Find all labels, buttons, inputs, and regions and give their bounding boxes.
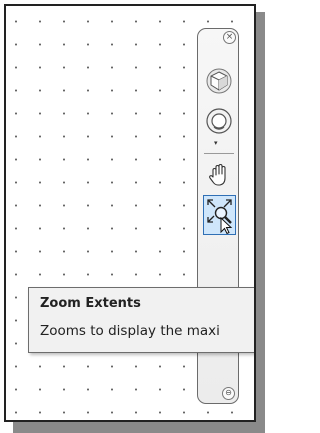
pan-hand-icon[interactable] [203, 159, 235, 191]
separator [204, 153, 234, 154]
toolbar-options-icon[interactable]: ⊖ [222, 387, 235, 400]
chevron-down-icon[interactable]: ▾ [214, 139, 218, 147]
tooltip: Zoom Extents Zooms to display the maxi [28, 287, 254, 353]
viewcube-icon[interactable] [203, 65, 235, 97]
zoom-extents-icon[interactable] [203, 195, 236, 235]
tooltip-description: Zooms to display the maxi [40, 323, 220, 339]
close-icon[interactable]: × [223, 31, 236, 44]
steering-wheel-icon[interactable] [203, 105, 235, 137]
drawing-viewport[interactable]: × ▾ ⊖ Zoom Extents Zooms to display the … [4, 4, 256, 422]
tooltip-title: Zoom Extents [40, 296, 141, 311]
